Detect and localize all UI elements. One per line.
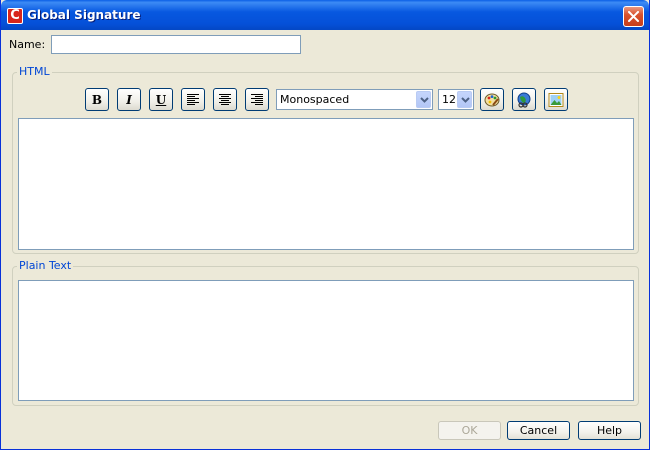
align-center-icon bbox=[219, 94, 231, 105]
dialog-window: C Global Signature Name: HTML B I U Mono… bbox=[0, 0, 650, 450]
window-title: Global Signature bbox=[27, 8, 141, 22]
italic-icon: I bbox=[126, 92, 132, 107]
align-right-icon bbox=[251, 94, 263, 105]
ok-button[interactable]: OK bbox=[438, 421, 501, 440]
color-palette-icon bbox=[484, 93, 500, 106]
font-family-dropdown-button[interactable] bbox=[416, 91, 431, 108]
italic-button[interactable]: I bbox=[117, 88, 141, 111]
app-icon: C bbox=[7, 8, 23, 24]
font-size-select[interactable]: 12 bbox=[438, 89, 474, 110]
font-family-select[interactable]: Monospaced bbox=[276, 89, 433, 110]
chevron-down-icon bbox=[420, 97, 429, 103]
align-center-button[interactable] bbox=[213, 88, 237, 111]
font-size-dropdown-button[interactable] bbox=[457, 91, 472, 108]
insert-image-button[interactable] bbox=[544, 88, 568, 111]
align-left-icon bbox=[187, 94, 199, 105]
font-family-value: Monospaced bbox=[280, 93, 350, 106]
bold-button[interactable]: B bbox=[85, 88, 109, 111]
align-right-button[interactable] bbox=[245, 88, 269, 111]
html-editor[interactable] bbox=[18, 118, 634, 250]
bold-icon: B bbox=[91, 92, 103, 107]
plain-text-group-legend: Plain Text bbox=[17, 259, 74, 272]
close-icon bbox=[628, 11, 639, 22]
text-color-button[interactable] bbox=[480, 88, 504, 111]
globe-link-icon bbox=[517, 92, 531, 108]
align-left-button[interactable] bbox=[181, 88, 205, 111]
name-input[interactable] bbox=[51, 35, 301, 54]
font-size-value: 12 bbox=[442, 93, 456, 106]
help-button[interactable]: Help bbox=[578, 421, 641, 440]
plain-text-editor[interactable] bbox=[18, 280, 634, 401]
title-bar[interactable]: C Global Signature bbox=[1, 0, 649, 30]
underline-icon: U bbox=[155, 92, 167, 107]
name-label: Name: bbox=[9, 38, 46, 51]
chevron-down-icon bbox=[461, 97, 470, 103]
close-button[interactable] bbox=[623, 6, 644, 27]
insert-link-button[interactable] bbox=[512, 88, 536, 111]
cancel-button[interactable]: Cancel bbox=[507, 421, 570, 440]
insert-image-icon bbox=[548, 92, 564, 107]
html-group-legend: HTML bbox=[17, 65, 52, 78]
underline-button[interactable]: U bbox=[149, 88, 173, 111]
